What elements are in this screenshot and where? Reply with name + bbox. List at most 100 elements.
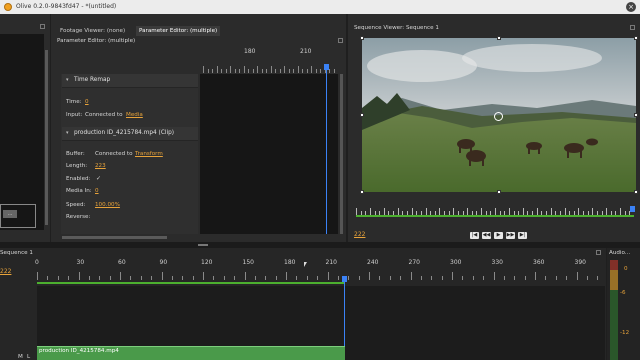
- track-lock-toggle[interactable]: L: [27, 354, 30, 360]
- timeline-ruler-minor-tick: [68, 276, 70, 280]
- timeline-work-area-bar[interactable]: [37, 282, 345, 284]
- timeline-ruler-tick: [78, 272, 80, 280]
- param-playhead[interactable]: [326, 66, 327, 234]
- enabled-label: Enabled:: [66, 176, 91, 182]
- transform-handle-br[interactable]: [634, 190, 638, 194]
- timeline-ruler-label: 270: [408, 259, 420, 266]
- param-ruler-label-210: 210: [300, 48, 312, 55]
- viewer-scrubber-bar[interactable]: [356, 215, 634, 217]
- ruler-tick: [216, 66, 218, 73]
- transform-handle-tl[interactable]: [360, 36, 364, 40]
- sequence-viewer-title: Sequence Viewer: Sequence 1: [354, 25, 439, 31]
- go-to-start-button[interactable]: |◀: [470, 232, 479, 239]
- timeline-ruler-tick: [452, 272, 453, 280]
- param-editor-pin-icon[interactable]: [338, 38, 343, 43]
- length-value[interactable]: 223: [95, 163, 106, 169]
- ruler-tick: [439, 208, 441, 215]
- fast-forward-button[interactable]: ▶▶: [506, 232, 515, 239]
- timeline-ruler-minor-tick: [597, 276, 599, 280]
- window-titlebar: Olive 0.2.0-9843fd47 - *(untitled) ×: [0, 0, 640, 14]
- timeline-ruler-minor-tick: [389, 276, 391, 280]
- track-mute-toggle[interactable]: M: [18, 354, 23, 360]
- left-panel-pin-icon[interactable]: [40, 24, 45, 29]
- transform-handle-bc[interactable]: [497, 190, 501, 194]
- timeline-playhead-handle[interactable]: [342, 276, 347, 282]
- media-in-value[interactable]: 0: [95, 188, 99, 194]
- timeline-ruler-minor-tick: [379, 276, 381, 280]
- timeline-ruler-label: 150: [242, 259, 254, 266]
- speed-value[interactable]: 100.00%: [95, 202, 120, 208]
- time-value[interactable]: 0: [85, 99, 89, 105]
- timeline-ruler-minor-tick: [431, 276, 433, 280]
- viewer-playhead-handle[interactable]: [630, 206, 635, 212]
- timeline-ruler-label: 240: [367, 259, 379, 266]
- viewer-current-frame[interactable]: 222: [354, 231, 365, 238]
- transform-handle-bl[interactable]: [360, 190, 364, 194]
- param-editor-title: Parameter Editor: (multiple): [57, 38, 136, 44]
- timeline-ruler-minor-tick: [151, 276, 153, 280]
- ruler-tick: [606, 208, 608, 215]
- close-window-button[interactable]: ×: [626, 2, 636, 12]
- timeline-cursor-icon: [304, 262, 307, 267]
- audio-meter-scale-6: -6: [620, 290, 626, 296]
- param-ruler-label-180: 180: [244, 48, 256, 55]
- chevron-down-icon[interactable]: ▾: [66, 77, 69, 83]
- timeline-ruler-tick: [161, 272, 163, 280]
- transform-handle-tc[interactable]: [497, 36, 501, 40]
- ruler-tick: [369, 208, 371, 215]
- ruler-tick: [243, 66, 245, 73]
- buffer-label: Buffer:: [66, 151, 85, 157]
- transform-crosshair-icon[interactable]: [494, 112, 503, 121]
- enabled-checkbox[interactable]: ✓: [96, 175, 101, 182]
- clip-header[interactable]: ▾ production ID_4215784.mp4 (Clip): [62, 127, 198, 141]
- timeline-ruler-label: 330: [491, 259, 503, 266]
- timeline-pin-icon[interactable]: [596, 250, 601, 255]
- input-media-link[interactable]: Media: [126, 112, 143, 118]
- timeline-clip[interactable]: production ID_4215784.mp4: [37, 346, 345, 360]
- timeline-current-frame[interactable]: 222: [0, 268, 11, 275]
- speed-label: Speed:: [66, 202, 86, 208]
- param-playhead-handle[interactable]: [324, 64, 329, 70]
- ruler-tick: [207, 69, 209, 73]
- splitter-grip-icon[interactable]: [198, 244, 208, 246]
- ruler-tick: [230, 66, 231, 73]
- clip-name: production ID_4215784.mp4: [39, 348, 119, 354]
- input-label: Input:: [66, 112, 83, 118]
- timeline-ruler-minor-tick: [555, 276, 557, 280]
- time-remap-header[interactable]: ▾ Time Remap: [62, 74, 198, 88]
- timeline-ruler-tick: [120, 272, 121, 280]
- left-panel-content: [0, 34, 44, 230]
- timeline-ruler-minor-tick: [503, 276, 505, 280]
- audio-meter-title: Audio...: [609, 250, 631, 256]
- param-hscrollbar[interactable]: [62, 236, 167, 239]
- ruler-tick: [248, 69, 249, 73]
- timeline-ruler-tick: [244, 272, 246, 280]
- play-button[interactable]: ▶: [494, 232, 503, 239]
- param-scrollbar[interactable]: [340, 74, 343, 234]
- timeline-ruler-minor-tick: [234, 276, 236, 280]
- audio-meter-scale-12: -12: [620, 330, 630, 336]
- tab-footage-viewer[interactable]: Footage Viewer: (none): [57, 26, 128, 36]
- go-to-end-button[interactable]: ▶|: [518, 232, 527, 239]
- chevron-down-icon[interactable]: ▾: [66, 130, 69, 136]
- timeline-ruler-tick: [576, 272, 578, 280]
- left-panel-small-button[interactable]: ...: [3, 210, 17, 218]
- timeline-ruler-tick: [410, 272, 412, 280]
- buffer-transform-link[interactable]: Transform: [135, 151, 163, 157]
- transform-handle-ml[interactable]: [360, 113, 364, 117]
- transform-handle-mr[interactable]: [634, 113, 638, 117]
- transform-handle-tr[interactable]: [634, 36, 638, 40]
- timeline-ruler-minor-tick: [462, 276, 464, 280]
- rewind-button[interactable]: ◀◀: [482, 232, 491, 239]
- ruler-tick: [620, 208, 622, 215]
- viewer-pin-icon[interactable]: [630, 25, 635, 30]
- timeline-ruler-minor-tick: [254, 276, 256, 280]
- video-frame[interactable]: [362, 38, 636, 192]
- timeline-ruler-minor-tick: [213, 276, 215, 280]
- left-panel-scrollbar[interactable]: [45, 50, 48, 225]
- timeline-ruler[interactable]: 0 30 60 90 120 150 180 210 240 270 300 330 360 390: [35, 258, 609, 284]
- timeline-ruler-minor-tick: [130, 276, 132, 280]
- ruler-tick: [356, 208, 357, 215]
- timeline-ruler-label: 300: [450, 259, 462, 266]
- tab-parameter-editor[interactable]: Parameter Editor: (multiple): [136, 26, 221, 36]
